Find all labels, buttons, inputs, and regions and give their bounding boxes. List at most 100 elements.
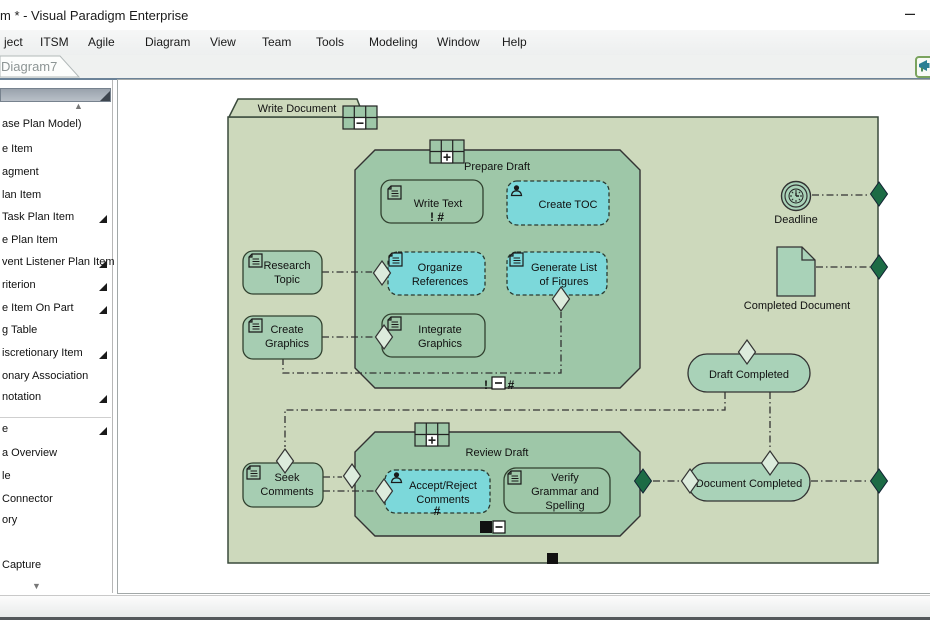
required-repetition-markers: ! # <box>430 210 444 224</box>
planning-table-marker-case[interactable] <box>343 106 377 129</box>
stage-review-markers <box>480 521 505 533</box>
submenu-arrow-icon <box>99 306 107 314</box>
submenu-arrow-icon <box>99 351 107 359</box>
repetition-marker: # <box>434 504 441 518</box>
autocomplete-marker <box>480 521 492 533</box>
minimize-button[interactable]: – <box>896 0 924 26</box>
stage-review-draft-label: Review Draft <box>466 447 529 459</box>
case-file-label: Completed Document <box>744 300 850 312</box>
svg-text:References: References <box>412 276 469 288</box>
svg-text:Topic: Topic <box>274 274 300 286</box>
milestone-document-completed[interactable]: Document Completed <box>688 463 810 501</box>
svg-text:Research: Research <box>263 260 310 272</box>
svg-text:Accept/Reject: Accept/Reject <box>409 480 477 492</box>
palette-item-discretionary-association[interactable]: onary Association <box>2 370 111 385</box>
planning-table-marker-review[interactable] <box>415 423 449 446</box>
diagram-tab-bar: Diagram7 <box>0 55 930 80</box>
svg-text:Graphics: Graphics <box>265 338 310 350</box>
svg-text:Document Completed: Document Completed <box>696 478 802 490</box>
task-create-toc[interactable]: Create TOC <box>507 181 609 225</box>
svg-text:Comments: Comments <box>416 494 470 506</box>
palette-item-case-plan-model[interactable]: ase Plan Model) <box>2 118 111 133</box>
palette-item-annotation[interactable]: notation <box>2 391 111 406</box>
menu-agile[interactable]: Agile <box>88 35 115 49</box>
svg-text:Verify: Verify <box>551 472 579 484</box>
svg-text:Write Text: Write Text <box>414 198 463 210</box>
menu-bar: ject ITSM Agile Diagram View Team Tools … <box>0 30 930 55</box>
corner-fold-icon <box>100 91 110 101</box>
menu-tools[interactable]: Tools <box>316 35 344 49</box>
submenu-arrow-icon <box>99 395 107 403</box>
menu-modeling[interactable]: Modeling <box>369 35 418 49</box>
svg-text:Grammar and: Grammar and <box>531 486 599 498</box>
palette-scroll-up-icon[interactable]: ▲ <box>74 101 83 111</box>
svg-text:Draft Completed: Draft Completed <box>709 369 789 381</box>
palette-item-table[interactable]: le <box>2 470 111 485</box>
submenu-arrow-icon <box>99 283 107 291</box>
task-research-topic[interactable]: Research Topic <box>243 251 322 294</box>
palette-item-task-plan-item[interactable]: Task Plan Item <box>2 211 111 226</box>
menu-diagram[interactable]: Diagram <box>145 35 190 49</box>
case-plan-label: Write Document <box>258 103 337 115</box>
svg-text:of Figures: of Figures <box>540 276 589 288</box>
announcement-button[interactable] <box>915 56 930 78</box>
palette-separator <box>0 417 111 418</box>
svg-text:Integrate: Integrate <box>418 324 461 336</box>
task-verify-grammar-spelling[interactable]: Verify Grammar and Spelling <box>504 468 610 513</box>
menu-window[interactable]: Window <box>437 35 480 49</box>
palette-item-plan-item[interactable]: lan Item <box>2 189 111 204</box>
svg-text:Seek: Seek <box>274 472 300 484</box>
task-create-graphics[interactable]: Create Graphics <box>243 316 322 359</box>
menu-team[interactable]: Team <box>262 35 291 49</box>
palette-item-planning-table[interactable]: g Table <box>2 324 111 339</box>
menu-help[interactable]: Help <box>502 35 527 49</box>
palette-item-stage-plan-item[interactable]: e Plan Item <box>2 234 111 249</box>
task-integrate-graphics[interactable]: Integrate Graphics <box>382 314 485 357</box>
cmmn-diagram: Write Document Prepare Draft Review Draf… <box>118 80 930 593</box>
palette-item-diagram-overview[interactable]: a Overview <box>2 447 111 462</box>
menu-itsm[interactable]: ITSM <box>40 35 69 49</box>
palette-item-screen-capture[interactable]: Capture <box>2 559 111 574</box>
menu-view[interactable]: View <box>210 35 236 49</box>
palette-item-shape[interactable]: e <box>2 423 111 438</box>
palette-item-discretionary-item[interactable]: iscretionary Item <box>2 347 111 362</box>
status-bar <box>0 595 930 618</box>
palette-selected-tool[interactable] <box>0 88 111 102</box>
clock-icon <box>789 189 803 203</box>
menu-project[interactable]: ject <box>4 35 23 49</box>
palette-item-event-listener-plan-item[interactable]: vent Listener Plan Item <box>2 256 111 271</box>
stage-prepare-draft-label: Prepare Draft <box>464 161 530 173</box>
task-generate-list-of-figures[interactable]: Generate List of Figures <box>507 252 607 295</box>
task-accept-reject-comments[interactable]: Accept/Reject Comments # <box>385 470 490 518</box>
svg-text:Organize: Organize <box>418 262 463 274</box>
submenu-arrow-icon <box>99 215 107 223</box>
planning-table-marker-prepare[interactable] <box>430 140 464 163</box>
diagram-palette: ▲ ase Plan Model) e Item agment lan Item… <box>0 80 113 593</box>
required-marker: ! <box>484 378 488 392</box>
autocomplete-marker <box>547 553 558 564</box>
svg-text:Graphics: Graphics <box>418 338 463 350</box>
event-deadline-label: Deadline <box>774 214 817 226</box>
submenu-arrow-icon <box>99 260 107 268</box>
palette-item-case-file-item[interactable]: e Item <box>2 143 111 158</box>
palette-item-criterion[interactable]: riterion <box>2 279 111 294</box>
megaphone-icon <box>918 59 930 73</box>
svg-text:Comments: Comments <box>260 486 314 498</box>
task-write-text[interactable]: Write Text ! # <box>381 180 483 224</box>
window-title: m * - Visual Paradigm Enterprise <box>0 8 188 23</box>
submenu-arrow-icon <box>99 427 107 435</box>
title-bar: m * - Visual Paradigm Enterprise – <box>0 0 930 30</box>
tab-label[interactable]: Diagram7 <box>1 59 57 74</box>
svg-text:Generate List: Generate List <box>531 262 597 274</box>
document-icon <box>777 247 815 296</box>
palette-item-case-file-item-on-part[interactable]: e Item On Part <box>2 302 111 317</box>
svg-text:Create: Create <box>270 324 303 336</box>
palette-item-plan-fragment[interactable]: agment <box>2 166 111 181</box>
diagram-canvas[interactable]: Write Document Prepare Draft Review Draf… <box>118 80 930 593</box>
repetition-marker: # <box>508 378 515 392</box>
palette-item-generic-connector[interactable]: Connector <box>2 493 111 508</box>
svg-text:Spelling: Spelling <box>545 500 584 512</box>
svg-text:Create TOC: Create TOC <box>539 199 598 211</box>
palette-item-directory[interactable]: ory <box>2 514 111 529</box>
palette-scroll-down-icon[interactable]: ▼ <box>32 581 41 591</box>
